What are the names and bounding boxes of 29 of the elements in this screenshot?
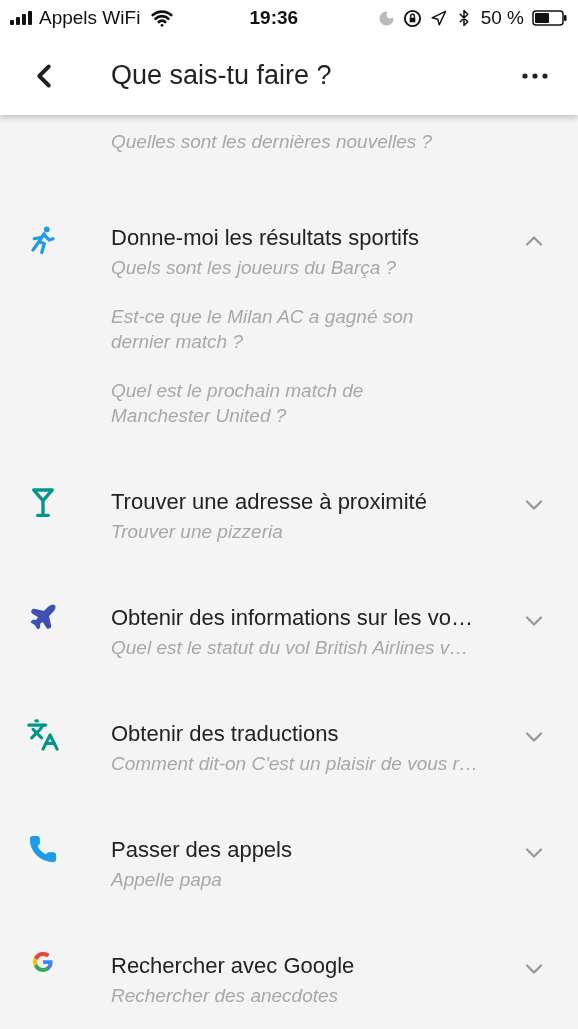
item-title: Obtenir des informations sur les vo… [111,604,474,632]
example-query: Quelles sont les dernières nouvelles ? [111,130,434,154]
translate-icon [25,718,60,752]
item-title: Rechercher avec Google [111,952,356,980]
more-dots-icon [522,72,548,79]
item-title: Donne-moi les résultats sportifs [111,224,421,252]
page-title: Que sais-tu faire ? [110,59,333,93]
example-query: Quels sont les joueurs du Barça ? [111,256,398,280]
item-title: Obtenir des traductions [111,720,340,748]
item-title: Trouver une adresse à proximité [111,488,428,516]
wifi-icon [151,7,174,29]
example-query: Quel est le prochain match de Manchester United ? [111,379,365,428]
google-g-icon [30,950,55,974]
battery-icon [532,10,568,26]
phone-icon [27,834,58,864]
item-title: Passer des appels [111,836,293,864]
example-query: Quel est le statut du vol British Airlines v… [111,636,470,660]
moon-icon [377,9,395,27]
location-arrow-icon [429,9,447,27]
signal-icon [10,11,34,25]
example-query: Appelle papa [111,868,223,892]
example-query: Rechercher des anecdotes [111,984,340,1008]
example-query: Trouver une pizzeria [111,520,284,544]
example-query: Est-ce que le Milan AC a gagné son dernier match ? [111,305,415,354]
carrier-label: Appels WiFi [39,5,141,30]
rotation-lock-icon [402,8,422,28]
status-time: 19:36 [248,5,300,30]
battery-percent: 50 % [480,5,524,30]
example-query: Comment dit-on C'est un plaisir de vous r… [111,752,479,776]
